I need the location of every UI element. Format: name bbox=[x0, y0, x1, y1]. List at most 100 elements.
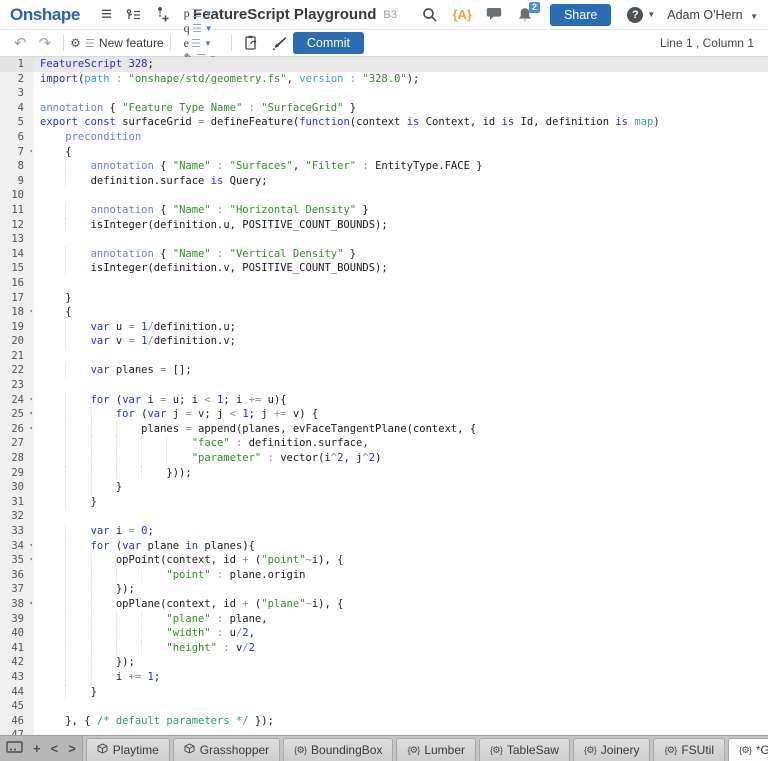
code-line[interactable]: 2 import(path : "onshape/std/geometry.fs"… bbox=[0, 71, 768, 87]
code-line[interactable]: 9 definition.surface is Query; bbox=[0, 173, 768, 189]
undo-icon[interactable]: ↶ bbox=[14, 36, 27, 51]
code-line[interactable]: 6 precondition bbox=[0, 129, 768, 145]
fold-marker-icon[interactable]: ▾ bbox=[29, 553, 33, 568]
code-line[interactable]: 13 bbox=[0, 232, 768, 247]
version-badge[interactable]: B3 bbox=[383, 9, 396, 21]
code-text: "plane" : plane, bbox=[34, 611, 768, 627]
fold-marker-icon[interactable]: ▾ bbox=[29, 422, 33, 437]
versions-icon[interactable] bbox=[126, 8, 142, 22]
code-line[interactable]: 16 bbox=[0, 275, 768, 291]
code-line[interactable]: 39 "plane" : plane, bbox=[0, 611, 768, 627]
code-line[interactable]: 21 bbox=[0, 348, 768, 364]
fold-marker-icon[interactable]: ▾ bbox=[29, 407, 33, 422]
code-line[interactable]: 33 var i = 0; bbox=[0, 524, 768, 539]
code-line[interactable]: 17} bbox=[0, 290, 768, 306]
notifications-icon[interactable]: 2 bbox=[517, 1, 540, 23]
fold-marker-icon[interactable]: ▾ bbox=[29, 539, 33, 554]
add-tab-icon[interactable]: + bbox=[33, 742, 41, 755]
code-line[interactable]: 36 "point" : plane.origin bbox=[0, 567, 768, 583]
code-line[interactable]: 27 "face" : definition.surface, bbox=[0, 436, 768, 452]
code-line[interactable]: 40 "width" : u/2, bbox=[0, 626, 768, 641]
document-tab[interactable]: {⚙} TableSaw bbox=[479, 738, 570, 761]
document-tab[interactable]: {⚙} FSUtil bbox=[653, 738, 726, 761]
code-line[interactable]: 4 annotation { "Feature Type Name" : "Sur… bbox=[0, 100, 768, 116]
onshape-logo[interactable]: Onshape bbox=[10, 5, 80, 25]
user-menu[interactable]: Adam O'Hern ▼ bbox=[667, 8, 758, 22]
new-feature-button[interactable]: ⚙ New feature bbox=[70, 36, 163, 50]
tab-label: TableSaw bbox=[506, 743, 559, 757]
paste-icon[interactable] bbox=[244, 35, 259, 51]
code-line[interactable]: 32 bbox=[0, 509, 768, 524]
code-line[interactable]: 29})); bbox=[0, 465, 768, 481]
code-line[interactable]: 18 ▾ { bbox=[0, 305, 768, 320]
redo-icon[interactable]: ↷ bbox=[39, 36, 52, 51]
code-line[interactable]: 22 var planes = []; bbox=[0, 363, 768, 379]
fold-marker-icon[interactable]: ▾ bbox=[29, 393, 33, 408]
code-line[interactable]: 15 isInteger(definition.v, POSITIVE_COUNT… bbox=[0, 261, 768, 276]
code-line[interactable]: 35 ▾ opPoint(context, id + ("point"~i), { bbox=[0, 553, 768, 568]
fs-notices-icon[interactable]: {A} bbox=[452, 7, 472, 22]
code-line[interactable]: 14 annotation { "Name" : "Vertical Densit… bbox=[0, 246, 768, 262]
manage-tabs-icon[interactable] bbox=[6, 740, 23, 757]
code-text: for (var plane in planes){ bbox=[34, 538, 768, 554]
toolbar-dropdown-p[interactable]: p ▼ bbox=[184, 6, 218, 21]
code-text: } bbox=[34, 684, 768, 700]
scroll-tabs-left-icon[interactable]: < bbox=[51, 742, 59, 755]
document-tab[interactable]: {⚙} Lumber bbox=[396, 738, 476, 761]
hamburger-menu-icon[interactable]: ≡ bbox=[101, 5, 112, 24]
line-number: 35 ▾ bbox=[0, 553, 34, 568]
code-line[interactable]: 38 ▾ opPlane(context, id + ("plane"~i), { bbox=[0, 596, 768, 612]
fold-marker-icon[interactable]: ▾ bbox=[29, 305, 33, 320]
insert-element-icon[interactable] bbox=[156, 7, 170, 22]
fold-marker-icon[interactable]: ▾ bbox=[29, 597, 33, 612]
help-menu[interactable]: ? ▼ bbox=[627, 6, 655, 23]
feature-studio-icon: {⚙} bbox=[739, 744, 752, 756]
code-line[interactable]: 20 var v = 1/definition.v; bbox=[0, 334, 768, 349]
comments-icon[interactable] bbox=[486, 7, 503, 22]
code-line[interactable]: 47 bbox=[0, 728, 768, 735]
toolbar-dropdown-q[interactable]: q ▼ bbox=[184, 21, 218, 36]
code-line[interactable]: 26 ▾ planes = append(planes, evFaceTangent… bbox=[0, 421, 768, 437]
code-line[interactable]: 41 "height" : v/2 bbox=[0, 640, 768, 656]
commit-button[interactable]: Commit bbox=[292, 32, 364, 54]
document-tab[interactable]: {⚙} Joinery bbox=[572, 738, 651, 761]
search-icon[interactable] bbox=[422, 7, 438, 23]
editor-lines: 1 FeatureScript 328; 2 import(path : "onsha… bbox=[0, 57, 768, 735]
code-line[interactable]: 30} bbox=[0, 480, 768, 495]
onshape-window: Onshape ≡ FeatureScript Playground B3 {A… bbox=[0, 0, 768, 761]
code-line[interactable]: 34 ▾ for (var plane in planes){ bbox=[0, 538, 768, 554]
code-line[interactable]: 23 bbox=[0, 378, 768, 393]
code-line[interactable]: 37}); bbox=[0, 582, 768, 597]
code-line[interactable]: 42}); bbox=[0, 655, 768, 670]
code-line[interactable]: 11 annotation { "Name" : "Horizontal Dens… bbox=[0, 202, 768, 218]
code-line[interactable]: 1 FeatureScript 328; bbox=[0, 57, 768, 72]
chevron-down-icon: ▼ bbox=[750, 11, 758, 21]
fold-marker-icon[interactable]: ▾ bbox=[29, 145, 33, 160]
code-line[interactable]: 10 bbox=[0, 188, 768, 203]
document-tab[interactable]: {⚙} BoundingBox bbox=[283, 738, 394, 761]
code-line[interactable]: 25 ▾ for (var j = v; j < 1; j += v) { bbox=[0, 407, 768, 422]
code-line[interactable]: 3 bbox=[0, 86, 768, 101]
code-line[interactable]: 31} bbox=[0, 494, 768, 510]
document-tab[interactable]: Playtime bbox=[85, 738, 170, 761]
code-editor[interactable]: 1 FeatureScript 328; 2 import(path : "onsha… bbox=[0, 57, 768, 735]
code-line[interactable]: 7 ▾ { bbox=[0, 144, 768, 160]
toolbar-dropdown-e[interactable]: e ▼ bbox=[184, 36, 218, 51]
code-line[interactable]: 43 i += 1; bbox=[0, 669, 768, 685]
code-line[interactable]: 45 bbox=[0, 699, 768, 714]
code-line[interactable]: 44} bbox=[0, 684, 768, 700]
scroll-tabs-right-icon[interactable]: > bbox=[68, 742, 76, 755]
format-brush-icon[interactable] bbox=[271, 36, 287, 51]
code-line[interactable]: 12 isInteger(definition.u, POSITIVE_COUNT… bbox=[0, 217, 768, 233]
code-line[interactable]: 28 "parameter" : vector(i^2, j^2) bbox=[0, 451, 768, 466]
line-number: 8 bbox=[0, 159, 34, 174]
document-tab[interactable]: {⚙}*GrasshopperFeatur... bbox=[728, 738, 768, 761]
code-line[interactable]: 5 export const surfaceGrid = defineFeatur… bbox=[0, 115, 768, 130]
code-line[interactable]: 8 annotation { "Name" : "Surfaces", "Filt… bbox=[0, 159, 768, 174]
code-line[interactable]: 46}, { /* default parameters */ }); bbox=[0, 713, 768, 729]
code-line[interactable]: 19 var u = 1/definition.u; bbox=[0, 319, 768, 335]
share-button[interactable]: Share bbox=[549, 3, 612, 26]
code-line[interactable]: 24 ▾ for (var i = u; i < 1; i += u){ bbox=[0, 392, 768, 408]
document-tab[interactable]: Grasshopper bbox=[172, 738, 281, 761]
